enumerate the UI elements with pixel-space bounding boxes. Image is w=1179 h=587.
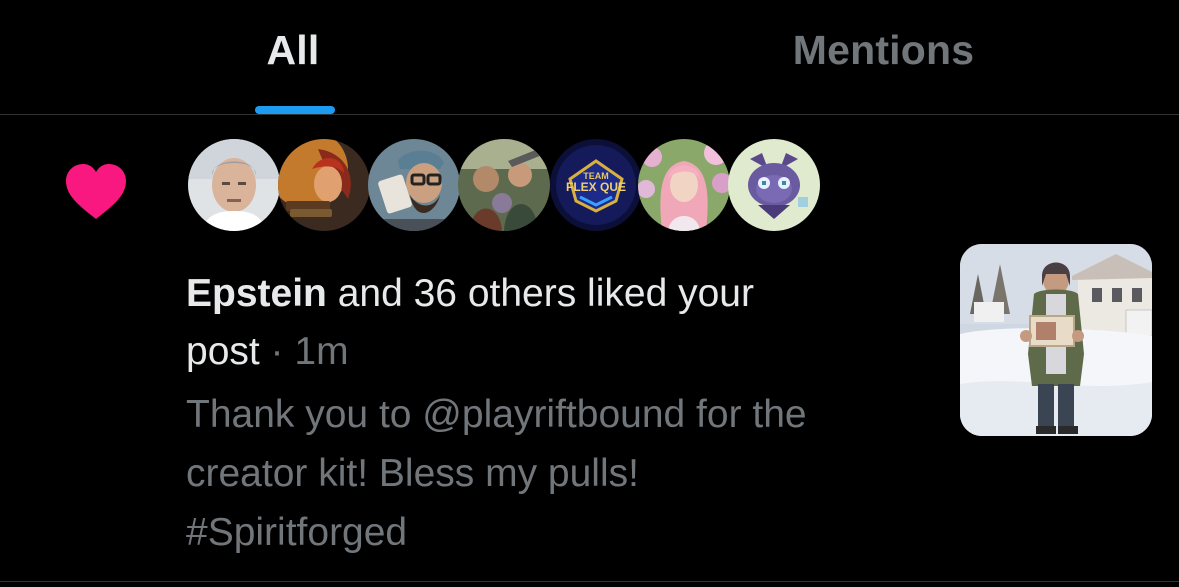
- actor-name[interactable]: Epstein: [186, 272, 327, 315]
- separator: ·: [259, 330, 295, 373]
- post-media-thumbnail[interactable]: [960, 244, 1152, 436]
- post-preview-text: Thank you to @playriftbound for the crea…: [186, 385, 926, 562]
- avatar[interactable]: [728, 139, 820, 231]
- like-notification[interactable]: TEAM FLEX QUE Epstein and 36 others like…: [0, 115, 1179, 582]
- notification-headline: Epstein and 36 others liked your post · 1…: [186, 265, 886, 381]
- post-line: creator kit! Bless my pulls!: [186, 452, 639, 495]
- heart-icon: [66, 164, 126, 219]
- post-line: #Spiritforged: [186, 511, 408, 554]
- avatar[interactable]: TEAM FLEX QUE: [550, 139, 642, 231]
- divider: [0, 581, 1179, 582]
- tab-mentions[interactable]: Mentions: [589, 0, 1178, 114]
- avatar[interactable]: [188, 139, 280, 231]
- liker-avatars: TEAM FLEX QUE: [188, 139, 838, 235]
- tab-mentions-label: Mentions: [792, 27, 975, 73]
- tab-selected-indicator: [255, 106, 335, 114]
- post-line: Thank you to @playriftbound for the: [186, 393, 807, 436]
- notifications-screen: All Mentions TEAM FLEX QUE Epstein and 3…: [0, 0, 1179, 587]
- avatar[interactable]: [638, 139, 730, 231]
- avatar[interactable]: [368, 139, 460, 231]
- tab-all[interactable]: All: [0, 0, 589, 114]
- tab-all-label: All: [266, 27, 320, 73]
- timestamp: 1m: [294, 330, 349, 373]
- team-logo-text: FLEX QUE: [566, 180, 626, 194]
- avatar[interactable]: [458, 139, 550, 231]
- avatar[interactable]: [278, 139, 370, 231]
- notifications-tab-bar: All Mentions: [0, 0, 1179, 115]
